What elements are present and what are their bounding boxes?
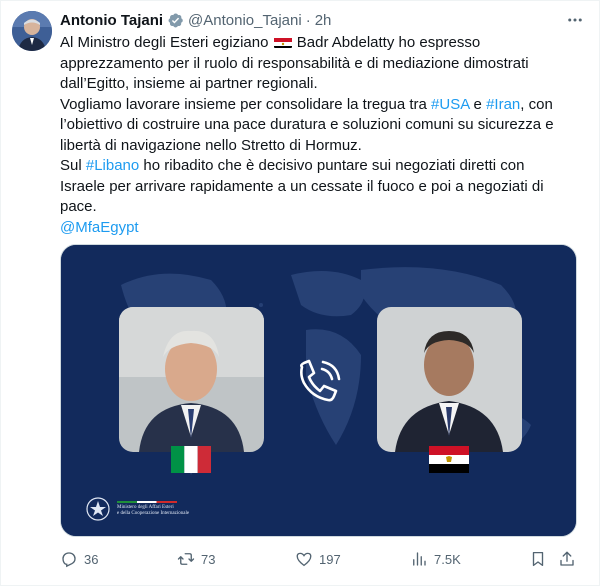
text-line: Israele per arrivare rapidamente a un ce…: [60, 177, 544, 195]
separator-dot: ·: [305, 11, 311, 29]
author-name[interactable]: Antonio Tajani: [60, 12, 163, 29]
text-line: dall’Egitto, insieme ai partner regional…: [60, 75, 318, 92]
reply-icon: [62, 552, 76, 568]
tweet-card[interactable]: Antonio Tajani @Antonio_Tajani · 2h Al M…: [0, 0, 600, 586]
author-handle[interactable]: @Antonio_Tajani: [188, 12, 302, 29]
timestamp[interactable]: 2h: [315, 12, 332, 29]
like-button[interactable]: 197: [295, 550, 341, 568]
like-icon: [296, 552, 312, 567]
text-line: l’obiettivo di costruire una pace duratu…: [60, 116, 554, 133]
ministry-name-line2: e della Cooperazione Internazionale: [117, 511, 190, 516]
text-segment: ho ribadito che è decisivo puntare sui n…: [139, 157, 525, 174]
verified-badge-icon: [168, 13, 183, 27]
avatar[interactable]: [12, 11, 52, 51]
views-icon: [413, 552, 426, 566]
mention-mfaegypt-link[interactable]: @MfaEgypt: [60, 218, 585, 239]
retweet-icon: [177, 553, 195, 565]
like-count: 197: [319, 551, 341, 567]
share-button[interactable]: [558, 550, 576, 568]
egypt-flag-emoji-icon: [273, 36, 292, 48]
more-icon[interactable]: [565, 10, 585, 30]
text-segment: Sul: [60, 157, 86, 174]
bookmark-button[interactable]: [529, 550, 547, 568]
text-line: apprezzamento per il ruolo di responsabi…: [60, 54, 529, 72]
hashtag-iran-link[interactable]: #Iran: [486, 96, 520, 113]
portrait-right-image: [377, 307, 522, 452]
tweet-header: Antonio Tajani @Antonio_Tajani · 2h: [60, 8, 585, 32]
share-icon: [560, 551, 574, 566]
text-segment: Al Ministro degli Esteri egiziano: [60, 34, 273, 51]
text-line: libertà di navigazione nello Stretto di …: [60, 136, 362, 154]
italian-republic-emblem-icon: [86, 497, 110, 521]
views-button[interactable]: 7.5K: [410, 550, 461, 568]
ministry-logo: Ministero degli Affari Esteri e della Co…: [85, 495, 189, 523]
bookmark-icon: [532, 551, 544, 567]
tweet-actions: 36 73 197 7.5K: [60, 547, 580, 571]
retweet-count: 73: [201, 551, 216, 567]
phone-call-icon: [300, 359, 341, 402]
tweet-text: Al Ministro degli Esteri egiziano Badr A…: [60, 33, 585, 238]
egypt-flag-icon: [429, 446, 469, 473]
views-count: 7.5K: [434, 551, 461, 567]
hashtag-libano-link[interactable]: #Libano: [86, 157, 139, 174]
tweet-content: Antonio Tajani @Antonio_Tajani · 2h Al M…: [60, 8, 585, 238]
reply-count: 36: [84, 551, 99, 567]
tweet-media-image[interactable]: Ministero degli Affari Esteri e della Co…: [60, 244, 577, 537]
text-segment: e: [469, 95, 487, 113]
italy-flag-icon: [171, 446, 211, 473]
portrait-left-image: [119, 307, 264, 452]
text-segment: , con: [520, 95, 553, 113]
text-line: pace.: [60, 198, 97, 215]
retweet-button[interactable]: 73: [177, 550, 215, 568]
reply-button[interactable]: 36: [60, 550, 98, 568]
hashtag-usa-link[interactable]: #USA: [431, 96, 469, 113]
text-segment: Badr Abdelatty ho espresso: [292, 34, 481, 51]
text-segment: Vogliamo lavorare insieme per consolidar…: [60, 95, 432, 113]
